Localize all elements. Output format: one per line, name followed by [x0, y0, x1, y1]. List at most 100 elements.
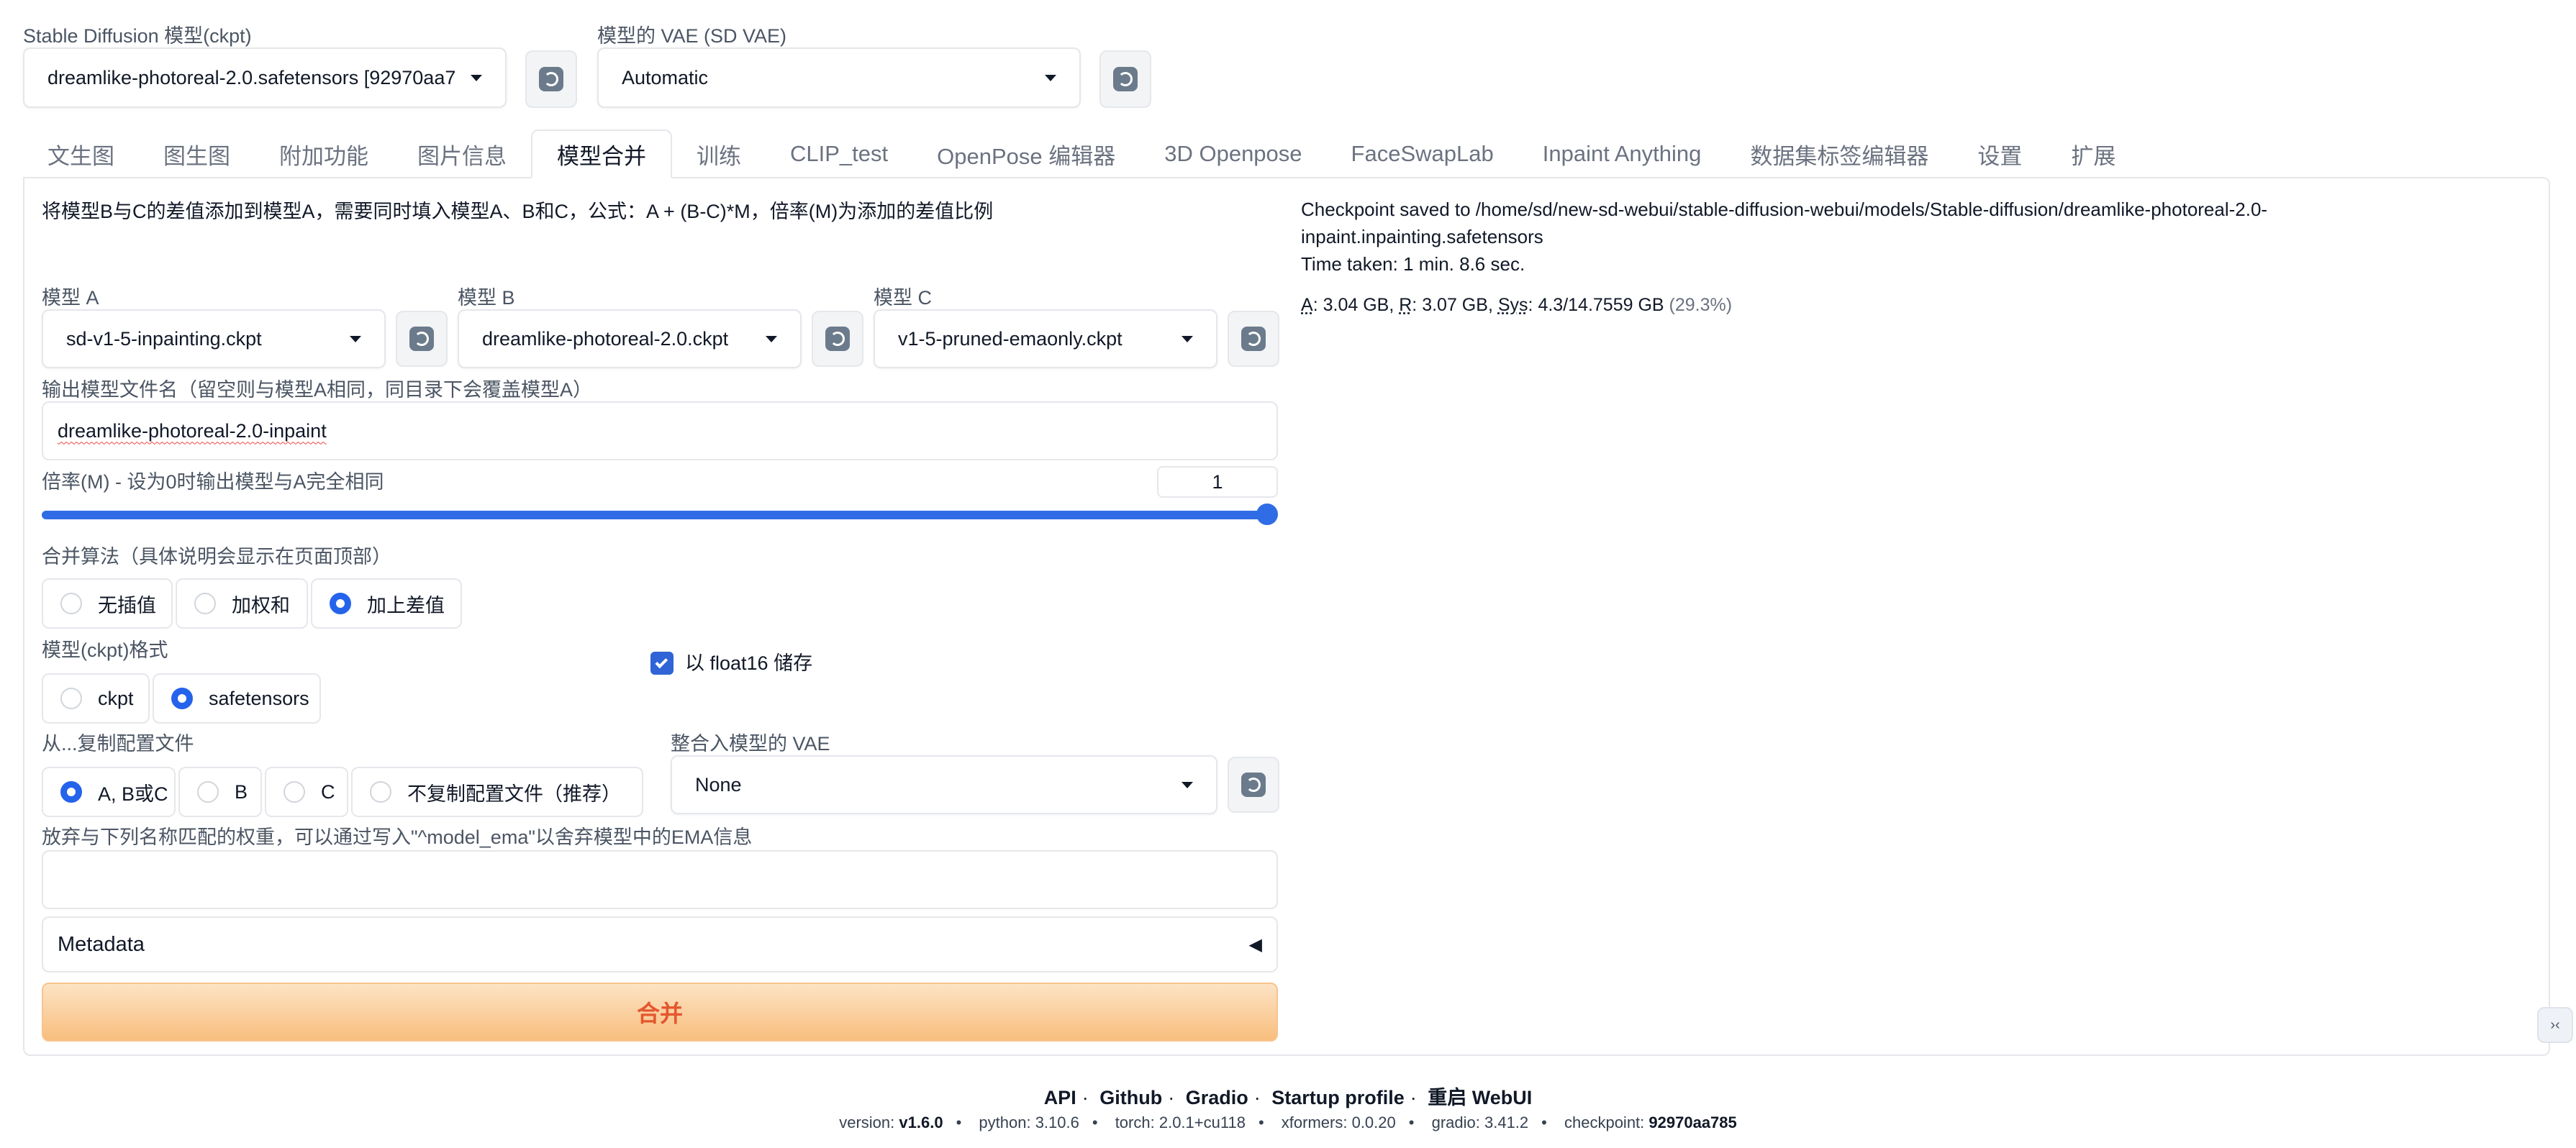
checkpoint-value: 92970aa785: [1648, 1113, 1737, 1131]
model-b-value: dreamlike-photoreal-2.0.ckpt: [482, 327, 729, 350]
bake-vae-dropdown[interactable]: None: [671, 755, 1217, 814]
sd-model-dropdown[interactable]: dreamlike-photoreal-2.0.safetensors [929…: [23, 47, 507, 108]
tab-dataset-tag-editor[interactable]: 数据集标签编辑器: [1725, 129, 1953, 178]
discard-weights-input[interactable]: [42, 850, 1278, 909]
version-value: v1.6.0: [899, 1113, 943, 1131]
footer-link-startup-profile[interactable]: Startup profile: [1271, 1087, 1405, 1108]
tab-png-info[interactable]: 图片信息: [393, 129, 531, 178]
tab-extensions[interactable]: 扩展: [2046, 129, 2140, 178]
vae-refresh-button[interactable]: [1099, 50, 1151, 108]
method-option-label: 加权和: [232, 594, 290, 616]
format-option-ckpt[interactable]: ckpt: [42, 673, 150, 724]
footer-link-api[interactable]: API: [1044, 1087, 1076, 1108]
float16-label: 以 float16 储存: [685, 652, 813, 674]
copy-config-option-none[interactable]: 不复制配置文件（推荐）: [351, 767, 643, 817]
tab-inpaint-anything[interactable]: Inpaint Anything: [1518, 129, 1726, 178]
sd-model-label: Stable Diffusion 模型(ckpt): [23, 25, 252, 47]
output-name-value: dreamlike-photoreal-2.0-inpaint: [58, 419, 327, 442]
refresh-icon: [539, 67, 563, 91]
radio-icon: [60, 593, 82, 614]
output-name-input[interactable]: dreamlike-photoreal-2.0-inpaint: [42, 401, 1278, 460]
expand-icon[interactable]: ›‹: [2537, 1007, 2573, 1043]
model-c-refresh-button[interactable]: [1228, 311, 1279, 367]
xformers-value: 0.0.20: [1351, 1113, 1396, 1131]
result-line-1: Checkpoint saved to /home/sd/new-sd-webu…: [1301, 199, 2268, 220]
copy-config-option-label: C: [321, 780, 335, 803]
result-output: Checkpoint saved to /home/sd/new-sd-webu…: [1301, 196, 2267, 278]
method-option-no-interpolation[interactable]: 无插值: [42, 578, 173, 629]
model-a-refresh-button[interactable]: [396, 311, 448, 367]
refresh-icon: [1241, 327, 1266, 351]
tab-checkpoint-merger[interactable]: 模型合并: [531, 129, 672, 178]
merge-button[interactable]: 合并: [42, 983, 1278, 1042]
tab-bar: 文生图 图生图 附加功能 图片信息 模型合并 训练 CLIP_test Open…: [23, 129, 2140, 178]
stat-r-key: R: [1399, 295, 1412, 315]
bake-vae-refresh-button[interactable]: [1228, 757, 1279, 813]
tab-settings[interactable]: 设置: [1953, 129, 2046, 178]
tab-img2img[interactable]: 图生图: [139, 129, 255, 178]
gradio-value: 3.41.2: [1484, 1113, 1529, 1131]
refresh-icon: [1241, 773, 1266, 797]
result-line-2: inpaint.inpainting.safetensors: [1301, 226, 1543, 247]
vae-label: 模型的 VAE (SD VAE): [597, 25, 787, 47]
result-time: Time taken: 1 min. 8.6 sec.: [1301, 253, 1525, 275]
refresh-icon: [825, 327, 850, 351]
copy-config-label: 从...复制配置文件: [42, 733, 194, 755]
stat-a-key: A: [1301, 295, 1313, 315]
copy-config-option-c[interactable]: C: [265, 767, 348, 817]
footer-link-gradio[interactable]: Gradio: [1186, 1087, 1248, 1108]
multiplier-slider-handle[interactable]: [1256, 504, 1278, 525]
copy-config-option-b[interactable]: B: [178, 767, 262, 817]
footer-link-reload-ui[interactable]: 重启 WebUI: [1428, 1087, 1532, 1108]
chevron-down-icon: [1045, 74, 1056, 81]
radio-selected-icon: [330, 593, 351, 614]
xformers-label: xformers:: [1281, 1113, 1348, 1131]
radio-icon: [370, 781, 391, 803]
footer-link-github[interactable]: Github: [1099, 1087, 1162, 1108]
tab-extras[interactable]: 附加功能: [255, 129, 393, 178]
python-label: python:: [979, 1113, 1031, 1131]
vae-value: Automatic: [622, 66, 709, 88]
metadata-label: Metadata: [58, 932, 145, 956]
method-label: 合并算法（具体说明会显示在页面顶部）: [42, 546, 391, 568]
stat-a-value: 3.04 GB: [1323, 295, 1389, 315]
memory-stats: A: 3.04 GB, R: 3.07 GB, Sys: 4.3/14.7559…: [1301, 295, 1733, 315]
copy-config-option-label: B: [235, 780, 248, 803]
model-a-value: sd-v1-5-inpainting.ckpt: [66, 327, 262, 350]
chevron-down-icon: [1182, 335, 1193, 342]
model-b-dropdown[interactable]: dreamlike-photoreal-2.0.ckpt: [458, 309, 802, 368]
tab-txt2img[interactable]: 文生图: [23, 129, 139, 178]
tab-faceswaplab[interactable]: FaceSwapLab: [1327, 129, 1518, 178]
tab-openpose-editor[interactable]: OpenPose 编辑器: [912, 129, 1140, 178]
format-option-safetensors[interactable]: safetensors: [153, 673, 321, 724]
model-b-refresh-button[interactable]: [812, 311, 863, 367]
model-c-dropdown[interactable]: v1-5-pruned-emaonly.ckpt: [874, 309, 1217, 368]
radio-icon: [197, 781, 219, 803]
multiplier-slider-track[interactable]: [42, 511, 1266, 519]
model-c-value: v1-5-pruned-emaonly.ckpt: [898, 327, 1123, 350]
vae-dropdown[interactable]: Automatic: [597, 47, 1081, 108]
copy-config-option-abc[interactable]: A, B或C: [42, 767, 176, 817]
metadata-accordion[interactable]: Metadata ◀: [42, 916, 1278, 972]
format-label: 模型(ckpt)格式: [42, 639, 168, 661]
radio-selected-icon: [60, 781, 82, 803]
method-option-weighted-sum[interactable]: 加权和: [176, 578, 308, 629]
tab-train[interactable]: 训练: [672, 129, 766, 178]
float16-checkbox[interactable]: [650, 652, 674, 675]
footer-links: API · Github · Gradio · Startup profile · 重启…: [1043, 1087, 1533, 1108]
chevron-down-icon: [350, 335, 361, 342]
radio-selected-icon: [171, 688, 193, 709]
collapse-triangle-icon: ◀: [1248, 934, 1262, 955]
bake-vae-label: 整合入模型的 VAE: [671, 733, 830, 755]
sd-model-refresh-button[interactable]: [525, 50, 577, 108]
output-name-label: 输出模型文件名（留空则与模型A相同，同目录下会覆盖模型A）: [42, 379, 593, 401]
python-value: 3.10.6: [1035, 1113, 1079, 1131]
radio-icon: [284, 781, 305, 803]
multiplier-number-input[interactable]: 1: [1157, 466, 1278, 498]
tab-clip-test[interactable]: CLIP_test: [766, 129, 912, 178]
bake-vae-value: None: [695, 773, 742, 796]
model-a-dropdown[interactable]: sd-v1-5-inpainting.ckpt: [42, 309, 386, 368]
tab-3d-openpose[interactable]: 3D Openpose: [1140, 129, 1326, 178]
method-option-add-difference[interactable]: 加上差值: [311, 578, 462, 629]
version-label: version:: [839, 1113, 895, 1131]
